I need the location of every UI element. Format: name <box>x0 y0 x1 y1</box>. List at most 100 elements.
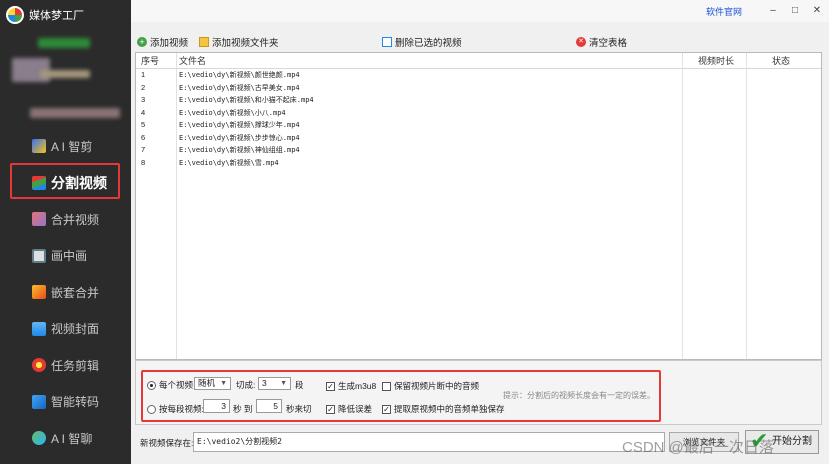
sidebar-item-label: 任务剪辑 <box>51 358 100 373</box>
header-filename: 文件名 <box>179 53 207 69</box>
to-seconds-input[interactable]: 5 <box>256 399 282 413</box>
save-path-input[interactable]: E:\vedio2\分割视频2 <box>193 432 665 452</box>
nested-merge-icon <box>32 285 46 300</box>
checkbox-checked-icon: ✓ <box>382 404 391 414</box>
sidebar-item-ai-chat[interactable]: A I 智聊 <box>0 420 131 457</box>
app-name: 媒体梦工厂 <box>29 10 84 22</box>
sidebar-item-merge-video[interactable]: 合并视频 <box>0 201 131 238</box>
reduce-loss-label: 降低误差 <box>338 404 373 414</box>
sidebar-item-label: 嵌套合并 <box>51 285 100 300</box>
task-edit-icon <box>32 358 46 373</box>
blurred-user-info <box>38 38 90 48</box>
sidebar-item-label: A I 智聊 <box>51 431 93 446</box>
smart-transcode-icon <box>32 394 46 409</box>
row-filename: E:\vedio\dy\新视频\小八.mp4 <box>179 108 286 117</box>
file-table[interactable]: 序号 文件名 视频时长 状态 1 E:\vedio\dy\新视频\颜世绝颜.mp… <box>135 52 822 360</box>
reduce-loss-checkbox[interactable]: ✓ 降低误差 <box>326 403 372 415</box>
delete-selected-button[interactable]: 删除已选的视频 <box>382 35 462 49</box>
sidebar-item-label: 视频封面 <box>51 322 100 337</box>
from-seconds-input[interactable]: 3 <box>203 399 230 413</box>
row-index: 3 <box>141 95 146 104</box>
header-duration: 视频时长 <box>698 53 735 69</box>
add-video-button[interactable]: + 添加视频 <box>137 35 188 49</box>
keep-audio-checkbox[interactable]: 保留视频片断中的音频 <box>382 380 479 392</box>
row-filename: E:\vedio\dy\新视频\和小猫不起床.mp4 <box>179 96 314 104</box>
official-site-link[interactable]: 软件官网 <box>706 5 742 18</box>
minimize-button[interactable]: – <box>765 3 781 19</box>
sidebar-item-task-edit[interactable]: 任务剪辑 <box>0 347 131 384</box>
table-row[interactable]: 3 E:\vedio\dy\新视频\和小猫不起床.mp4 <box>136 94 821 107</box>
sidebar-item-label: 合并视频 <box>51 212 100 227</box>
gen-m3u8-label: 生成m3u8 <box>338 381 377 391</box>
ai-chat-icon <box>32 431 46 446</box>
sidebar-item-label: 画中画 <box>51 249 88 264</box>
sidebar-item-label: A I 智剪 <box>51 139 93 154</box>
by-segment-radio[interactable]: 按每段视频: <box>147 403 204 415</box>
clear-table-label: 清空表格 <box>589 38 628 49</box>
clear-icon: ✕ <box>576 37 586 47</box>
app-window: 媒体梦工厂 A I 智剪 分割视频 合并视频 画中画 嵌套合并 视频封面 任务剪… <box>0 0 829 464</box>
sidebar-item-picture-in-picture[interactable]: 画中画 <box>0 238 131 275</box>
sidebar-item-label: 智能转码 <box>51 395 100 410</box>
sidebar-item-nested-merge[interactable]: 嵌套合并 <box>0 274 131 311</box>
app-logo-icon <box>6 6 24 24</box>
checkbox-checked-icon: ✓ <box>326 381 335 391</box>
table-row[interactable]: 1 E:\vedio\dy\新视频\颜世绝颜.mp4 <box>136 69 821 82</box>
clear-table-button[interactable]: ✕ 清空表格 <box>576 35 627 49</box>
start-split-label: 开始分割 <box>772 436 812 447</box>
cut-into-label: 切成: <box>236 380 256 390</box>
video-cover-icon <box>32 321 46 336</box>
blurred-user-info <box>30 108 120 118</box>
row-index: 8 <box>141 157 146 167</box>
table-row[interactable]: 4 E:\vedio\dy\新视频\小八.mp4 <box>136 107 821 120</box>
close-button[interactable]: ✕ <box>809 3 825 19</box>
row-filename: E:\vedio\dy\新视频\古早美女.mp4 <box>179 83 300 92</box>
toolbar: + 添加视频 添加视频文件夹 删除已选的视频 ✕ 清空表格 <box>131 32 829 52</box>
table-row[interactable]: 7 E:\vedio\dy\新视频\神仙组组.mp4 <box>136 144 821 157</box>
sec-to-label: 秒 到 <box>233 404 253 414</box>
checkbox-unchecked-icon <box>382 381 391 391</box>
row-index: 5 <box>141 120 146 129</box>
chevron-down-icon: ▼ <box>280 380 287 387</box>
from-seconds-wrap: 3 <box>203 399 230 413</box>
segments-unit: 段 <box>295 380 304 390</box>
merge-video-icon <box>32 212 46 227</box>
row-index: 2 <box>141 82 146 92</box>
watermark: CSDN @最后一次日落 <box>622 439 774 456</box>
table-row[interactable]: 8 E:\vedio\dy\新视频\雪.mp4 <box>136 157 821 170</box>
maximize-button[interactable]: □ <box>787 3 803 19</box>
segments-select[interactable]: 3 ▼ <box>258 377 291 390</box>
mode-select-value: 随机 <box>198 378 216 388</box>
folder-icon <box>199 37 209 47</box>
segments-select-wrap: 3 ▼ <box>258 377 291 390</box>
sidebar-item-video-cover[interactable]: 视频封面 <box>0 311 131 348</box>
delete-video-icon <box>382 37 392 47</box>
add-folder-label: 添加视频文件夹 <box>212 38 279 49</box>
by-segment-label: 按每段视频: <box>159 404 204 414</box>
header-status: 状态 <box>772 53 791 69</box>
delete-selected-label: 删除已选的视频 <box>395 38 462 49</box>
mode-select-wrap: 随机 ▼ <box>194 377 231 390</box>
active-item-highlight <box>10 163 120 199</box>
extract-audio-checkbox[interactable]: ✓ 提取原视频中的音频单独保存 <box>382 403 505 415</box>
table-row[interactable]: 5 E:\vedio\dy\新视频\撑球少年.mp4 <box>136 119 821 132</box>
blurred-user-info <box>40 70 90 78</box>
table-row[interactable]: 2 E:\vedio\dy\新视频\古早美女.mp4 <box>136 82 821 95</box>
mode-select[interactable]: 随机 ▼ <box>194 377 231 390</box>
sidebar-item-ai-cut[interactable]: A I 智剪 <box>0 128 131 165</box>
row-index: 6 <box>141 132 146 142</box>
segments-select-value: 3 <box>262 378 267 388</box>
row-index: 7 <box>141 145 146 154</box>
sidebar-item-smart-transcode[interactable]: 智能转码 <box>0 384 131 421</box>
gen-m3u8-checkbox[interactable]: ✓ 生成m3u8 <box>326 380 376 392</box>
row-filename: E:\vedio\dy\新视频\雪.mp4 <box>179 158 279 167</box>
add-video-label: 添加视频 <box>150 38 189 49</box>
row-index: 1 <box>141 70 146 79</box>
table-row[interactable]: 6 E:\vedio\dy\新视频\步步惊心.mp4 <box>136 132 821 145</box>
row-filename: E:\vedio\dy\新视频\撑球少年.mp4 <box>179 121 300 129</box>
add-folder-button[interactable]: 添加视频文件夹 <box>199 35 279 49</box>
per-video-radio[interactable]: 每个视频 <box>147 379 193 391</box>
radio-unselected-icon <box>147 404 156 414</box>
chevron-down-icon: ▼ <box>220 380 227 387</box>
keep-audio-label: 保留视频片断中的音频 <box>394 381 480 391</box>
